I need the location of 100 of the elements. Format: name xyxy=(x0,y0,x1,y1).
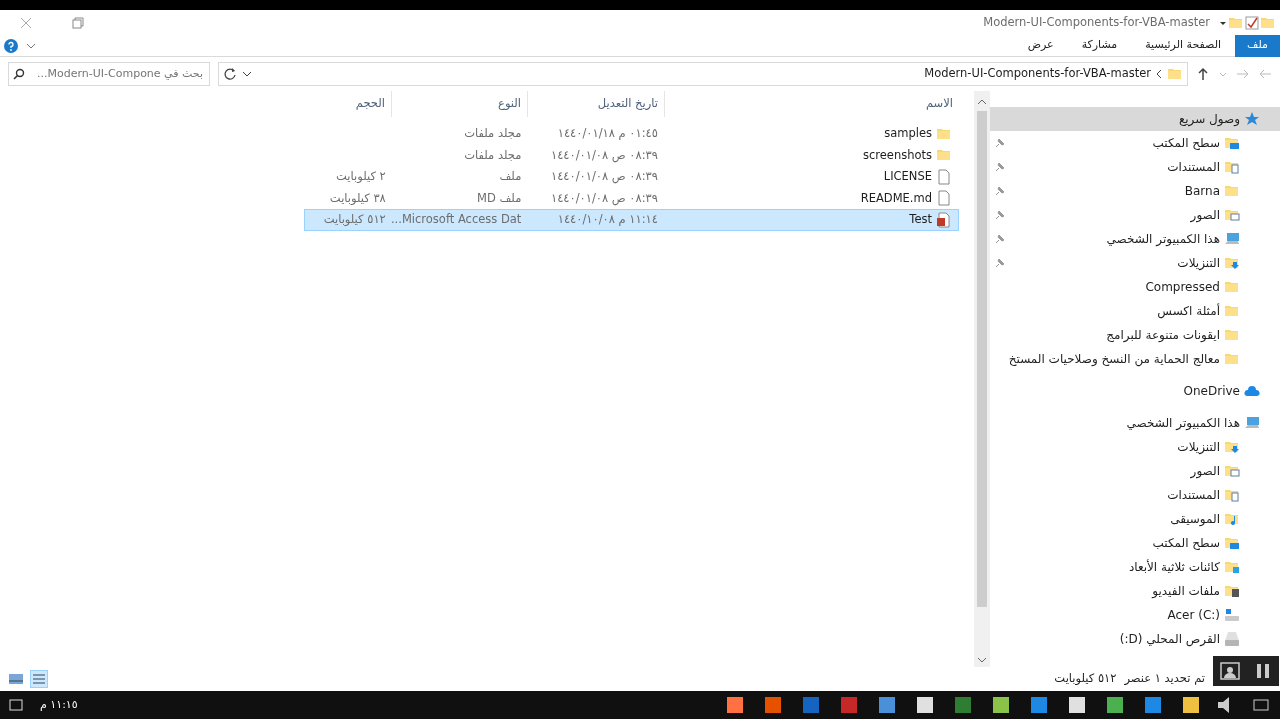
sidebar-item-label: وصول سريع xyxy=(1178,111,1240,128)
sidebar-item[interactable]: الموسيقى xyxy=(990,507,1280,531)
sidebar-item[interactable]: ملفات الفيديو xyxy=(990,579,1280,603)
sidebar-item[interactable]: Acer (C:) xyxy=(990,603,1280,627)
file-name: README.md xyxy=(860,189,932,207)
chevron-down-icon xyxy=(977,655,987,665)
ribbon-tab[interactable]: مشاركة xyxy=(1067,34,1132,57)
taskbar-app-icon[interactable] xyxy=(1180,697,1202,713)
file-icon xyxy=(936,168,952,185)
sidebar-item[interactable]: ايقونات متنوعة للبرامج xyxy=(990,323,1280,347)
taskbar-app-icon[interactable] xyxy=(914,697,936,713)
ribbon-tab[interactable]: ملف xyxy=(1235,34,1280,57)
file-name: Test xyxy=(909,211,932,229)
sidebar-item[interactable]: سطح المكتب xyxy=(990,531,1280,555)
folder-icon xyxy=(1224,559,1240,575)
column-header[interactable]: النوع xyxy=(391,91,527,117)
folder-icon xyxy=(1167,66,1183,82)
folder-icon xyxy=(1224,487,1240,503)
computer-icon xyxy=(1244,415,1260,431)
sidebar-item[interactable]: الصور xyxy=(990,459,1280,483)
folder-icon xyxy=(1224,535,1240,551)
sidebar-item-label: ايقونات متنوعة للبرامج xyxy=(1106,327,1220,344)
folder-icon xyxy=(1224,463,1240,479)
taskbar-app-icon[interactable] xyxy=(876,697,898,713)
sidebar-item[interactable]: Compressed xyxy=(990,275,1280,299)
drive-icon xyxy=(1224,631,1240,647)
file-name: samples xyxy=(884,125,932,143)
chevron-icon xyxy=(1155,68,1163,80)
cloud-icon xyxy=(1244,383,1260,399)
sidebar-item[interactable]: معالج الحماية من النسخ وصلاحيات المستخ xyxy=(990,347,1280,371)
file-size: ٣٨ كيلوبايت xyxy=(329,190,386,205)
modified-date: ٠٨:٣٩ ص ١٤٤٠/٠١/٠٨ xyxy=(550,169,658,184)
sidebar-item[interactable]: التنزيلات xyxy=(990,435,1280,459)
sidebar-item[interactable]: الصور xyxy=(990,203,1280,227)
checkmark-icon[interactable] xyxy=(1244,14,1260,31)
sidebar-item-label: أمثلة اكسس xyxy=(1157,302,1220,320)
screen-icon[interactable] xyxy=(1220,662,1240,680)
address-bar[interactable]: Modern-UI-Components-for-VBA-master xyxy=(218,62,1188,86)
taskbar-app-icon[interactable] xyxy=(1104,697,1126,713)
sidebar-item-label: Compressed xyxy=(1145,279,1220,296)
scrollbar[interactable] xyxy=(974,91,990,667)
sidebar-item[interactable]: سطح المكتب xyxy=(990,131,1280,155)
restore-icon xyxy=(72,17,84,29)
sidebar-item[interactable]: OneDrive xyxy=(990,379,1280,403)
file-type: مجلد ملفات xyxy=(464,126,522,141)
taskbar-app-icon[interactable] xyxy=(1066,697,1088,713)
sidebar-item[interactable]: المستندات xyxy=(990,155,1280,179)
up-arrow-icon[interactable] xyxy=(1196,67,1210,81)
pause-icon[interactable] xyxy=(1254,662,1272,680)
taskbar-app-icon[interactable] xyxy=(724,697,746,713)
status-selection: تم تحديد ١ عنصر xyxy=(1124,670,1205,688)
column-header[interactable]: الحجم xyxy=(304,91,391,117)
sidebar-item-label: سطح المكتب xyxy=(1152,135,1220,152)
taskbar-app-icon[interactable] xyxy=(990,697,1012,713)
help-icon[interactable] xyxy=(4,38,18,53)
folder-icon xyxy=(1224,183,1240,199)
sidebar-item[interactable]: المستندات xyxy=(990,483,1280,507)
sidebar-item-label: الصور xyxy=(1190,463,1220,480)
sidebar-item[interactable]: القرص المحلي (D:) xyxy=(990,627,1280,651)
chevron-up-icon xyxy=(977,97,987,107)
sidebar-item[interactable]: أمثلة اكسس xyxy=(990,299,1280,323)
ribbon-tab[interactable]: عرض xyxy=(1013,34,1068,57)
sidebar-item-label: المستندات xyxy=(1167,487,1220,504)
folder-icon xyxy=(1224,255,1240,271)
file-type: ملف xyxy=(499,169,522,184)
folder-icon xyxy=(1224,135,1240,151)
sidebar-item[interactable]: هذا الكمبيوتر الشخصي xyxy=(990,411,1280,435)
sidebar-item-label: التنزيلات xyxy=(1177,439,1220,456)
file-type: Microsoft Access Dat... xyxy=(391,212,522,227)
sidebar-item-label: الموسيقى xyxy=(1170,511,1220,528)
sidebar-item-label: هذا الكمبيوتر الشخصي xyxy=(1106,231,1220,248)
file-size: ٢ كيلوبايت xyxy=(336,169,386,184)
sidebar-item[interactable]: وصول سريع xyxy=(990,107,1280,131)
drive-icon xyxy=(1224,607,1240,623)
taskbar-clock[interactable]: ١١:١٥ م xyxy=(40,696,78,714)
sidebar-item[interactable]: هذا الكمبيوتر الشخصي xyxy=(990,227,1280,251)
refresh-icon[interactable] xyxy=(223,67,237,81)
file-type: ملف MD xyxy=(477,190,522,205)
file-name: screenshots xyxy=(862,146,932,164)
search-icon xyxy=(13,68,25,80)
scrollbar-thumb[interactable] xyxy=(977,111,987,607)
ribbon-tab[interactable]: الصفحة الرئيسية xyxy=(1131,34,1236,57)
modified-date: ١١:١٤ م ١٤٤٠/١٠/٠٨ xyxy=(557,212,658,227)
close-icon xyxy=(20,17,32,29)
modified-date: ٠٨:٣٩ ص ١٤٤٠/٠١/٠٨ xyxy=(550,147,658,162)
sidebar-item[interactable]: التنزيلات xyxy=(990,251,1280,275)
column-header[interactable]: الاسم xyxy=(664,91,959,117)
sidebar-item-label: التنزيلات xyxy=(1177,255,1220,272)
window-title: Modern-UI-Components-for-VBA-master xyxy=(983,13,1210,31)
folder-icon xyxy=(1224,327,1240,343)
search-field[interactable]: بحث في Modern-UI-Compone... xyxy=(8,62,210,86)
column-header[interactable]: تاريخ التعديل xyxy=(527,91,664,117)
folder-icon xyxy=(1224,279,1240,295)
sidebar-item[interactable]: Barna xyxy=(990,179,1280,203)
folder-icon xyxy=(1224,439,1240,455)
sidebar-item-label: هذا الكمبيوتر الشخصي xyxy=(1126,415,1240,432)
sidebar-item-label: الصور xyxy=(1190,207,1220,224)
folder-icon xyxy=(1224,583,1240,599)
tiles-view-icon[interactable] xyxy=(8,671,24,687)
sidebar-item[interactable]: كائنات ثلاثية الأبعاد xyxy=(990,555,1280,579)
